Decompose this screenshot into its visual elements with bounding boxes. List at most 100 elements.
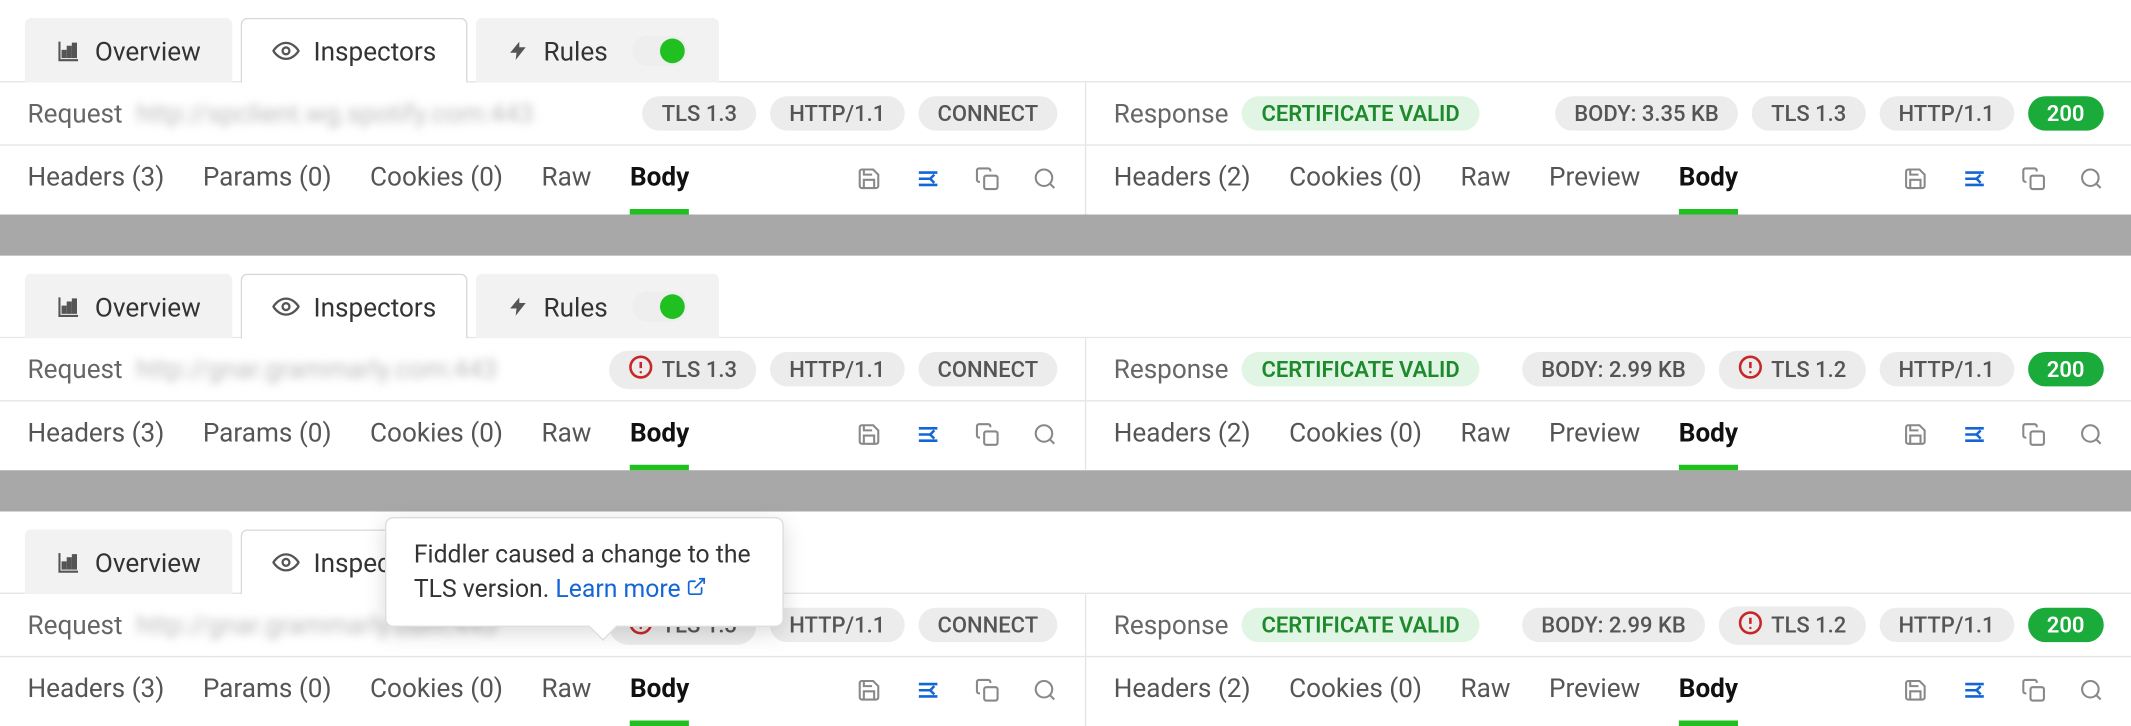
subtab-headers[interactable]: Headers (2) <box>1114 672 1251 726</box>
request-info-bar: Request http://spclient.wg.spotify.com:4… <box>0 83 1085 146</box>
tab-label: Overview <box>95 291 201 323</box>
subtab-params[interactable]: Params (0) <box>203 416 332 470</box>
response-pill: HTTP/1.1 <box>1879 352 2014 386</box>
subtab-params[interactable]: Params (0) <box>203 672 332 726</box>
pill-text: TLS 1.3 <box>662 356 737 382</box>
format-button[interactable] <box>914 678 942 703</box>
subtab-body[interactable]: Body <box>1679 672 1738 726</box>
inspector-subtabs: Headers (3) Params (0) Cookies (0) Raw Body <box>0 657 1085 726</box>
status-code-pill: 200 <box>2028 96 2104 130</box>
subtab-cookies[interactable]: Cookies (0) <box>370 416 503 470</box>
pill-text: HTTP/1.1 <box>789 100 885 126</box>
subtab-headers[interactable]: Headers (2) <box>1114 416 1251 470</box>
response-label: Response <box>1114 609 1229 641</box>
request-pill: CONNECT <box>918 96 1057 130</box>
request-column: Fiddler caused a change to the TLS versi… <box>0 594 1086 726</box>
inspector-subtabs: Headers (2) Cookies (0) Raw Preview Body <box>1086 402 2131 471</box>
copy-button[interactable] <box>2021 166 2046 191</box>
subtab-headers[interactable]: Headers (2) <box>1114 160 1251 214</box>
pill-text: CONNECT <box>937 356 1038 382</box>
inspector-panel: Overview Inspectors Rules Request http:/… <box>0 256 2131 471</box>
save-button[interactable] <box>1903 166 1928 191</box>
subtab-headers[interactable]: Headers (3) <box>28 416 165 470</box>
inspector-subtabs: Headers (3) Params (0) Cookies (0) Raw Body <box>0 402 1085 471</box>
search-button[interactable] <box>1033 678 1058 703</box>
response-label: Response <box>1114 98 1229 130</box>
copy-button[interactable] <box>2021 678 2046 703</box>
copy-button[interactable] <box>975 422 1000 447</box>
response-pill: TLS 1.3 <box>1752 96 1866 130</box>
subtab-cookies[interactable]: Cookies (0) <box>370 672 503 726</box>
eye-icon <box>272 549 300 577</box>
subtab-body[interactable]: Body <box>630 672 689 726</box>
copy-button[interactable] <box>975 166 1000 191</box>
subtab-body[interactable]: Body <box>630 160 689 214</box>
subtab-preview[interactable]: Preview <box>1549 416 1640 470</box>
main-tabs: Overview Inspectors Rules <box>0 512 2131 595</box>
search-button[interactable] <box>2079 678 2104 703</box>
subtab-preview[interactable]: Preview <box>1549 160 1640 214</box>
tab-overview[interactable]: Overview <box>25 273 233 339</box>
response-pill: TLS 1.2 <box>1719 350 1866 389</box>
save-button[interactable] <box>1903 422 1928 447</box>
copy-button[interactable] <box>2021 422 2046 447</box>
response-info-bar: Response CERTIFICATE VALID BODY: 2.99 KB… <box>1086 594 2131 657</box>
format-button[interactable] <box>914 422 942 447</box>
copy-button[interactable] <box>975 678 1000 703</box>
subtab-body[interactable]: Body <box>1679 160 1738 214</box>
subtab-cookies[interactable]: Cookies (0) <box>1289 416 1422 470</box>
tooltip-learn-more-link[interactable]: Learn more <box>555 575 707 604</box>
save-button[interactable] <box>857 166 882 191</box>
format-button[interactable] <box>1961 678 1989 703</box>
tab-inspectors[interactable]: Inspectors <box>241 273 468 339</box>
rules-toggle[interactable] <box>632 36 687 66</box>
tab-rules[interactable]: Rules <box>476 273 719 339</box>
format-button[interactable] <box>914 166 942 191</box>
rules-toggle[interactable] <box>632 292 687 322</box>
subtab-raw[interactable]: Raw <box>1461 672 1511 726</box>
subtab-params[interactable]: Params (0) <box>203 160 332 214</box>
subtab-cookies[interactable]: Cookies (0) <box>370 160 503 214</box>
bar-chart-icon <box>56 39 81 64</box>
search-button[interactable] <box>2079 166 2104 191</box>
save-button[interactable] <box>1903 678 1928 703</box>
pill-text: HTTP/1.1 <box>789 356 885 382</box>
response-info-bar: Response CERTIFICATE VALID BODY: 3.35 KB… <box>1086 83 2131 146</box>
subtab-body[interactable]: Body <box>1679 416 1738 470</box>
subtab-headers[interactable]: Headers (3) <box>28 160 165 214</box>
subtab-raw[interactable]: Raw <box>1461 416 1511 470</box>
subtab-raw[interactable]: Raw <box>541 160 591 214</box>
main-tabs: Overview Inspectors Rules <box>0 256 2131 339</box>
format-button[interactable] <box>1961 166 1989 191</box>
subtab-raw[interactable]: Raw <box>541 672 591 726</box>
subtab-cookies[interactable]: Cookies (0) <box>1289 672 1422 726</box>
save-button[interactable] <box>857 422 882 447</box>
search-button[interactable] <box>1033 422 1058 447</box>
status-code-pill: 200 <box>2028 608 2104 642</box>
subtab-preview[interactable]: Preview <box>1549 672 1640 726</box>
action-icons <box>1903 166 2104 207</box>
tab-overview[interactable]: Overview <box>25 17 233 83</box>
format-button[interactable] <box>1961 422 1989 447</box>
search-button[interactable] <box>1033 166 1058 191</box>
search-button[interactable] <box>2079 422 2104 447</box>
tab-inspectors[interactable]: Inspectors <box>241 17 468 83</box>
response-column: Response CERTIFICATE VALID BODY: 2.99 KB… <box>1086 338 2131 470</box>
response-pill: TLS 1.2 <box>1719 606 1866 645</box>
pill-text: TLS 1.3 <box>1771 100 1846 126</box>
subtab-raw[interactable]: Raw <box>541 416 591 470</box>
action-icons <box>1903 678 2104 719</box>
tab-rules[interactable]: Rules <box>476 17 719 83</box>
subtab-cookies[interactable]: Cookies (0) <box>1289 160 1422 214</box>
tab-overview[interactable]: Overview <box>25 529 233 595</box>
save-button[interactable] <box>857 678 882 703</box>
subtab-body[interactable]: Body <box>630 416 689 470</box>
certificate-pill: CERTIFICATE VALID <box>1242 96 1479 130</box>
pill-text: TLS 1.2 <box>1771 356 1846 382</box>
subtab-raw[interactable]: Raw <box>1461 160 1511 214</box>
request-pill: HTTP/1.1 <box>770 608 905 642</box>
eye-icon <box>272 37 300 65</box>
eye-icon <box>272 293 300 321</box>
status-code-pill: 200 <box>2028 352 2104 386</box>
subtab-headers[interactable]: Headers (3) <box>28 672 165 726</box>
